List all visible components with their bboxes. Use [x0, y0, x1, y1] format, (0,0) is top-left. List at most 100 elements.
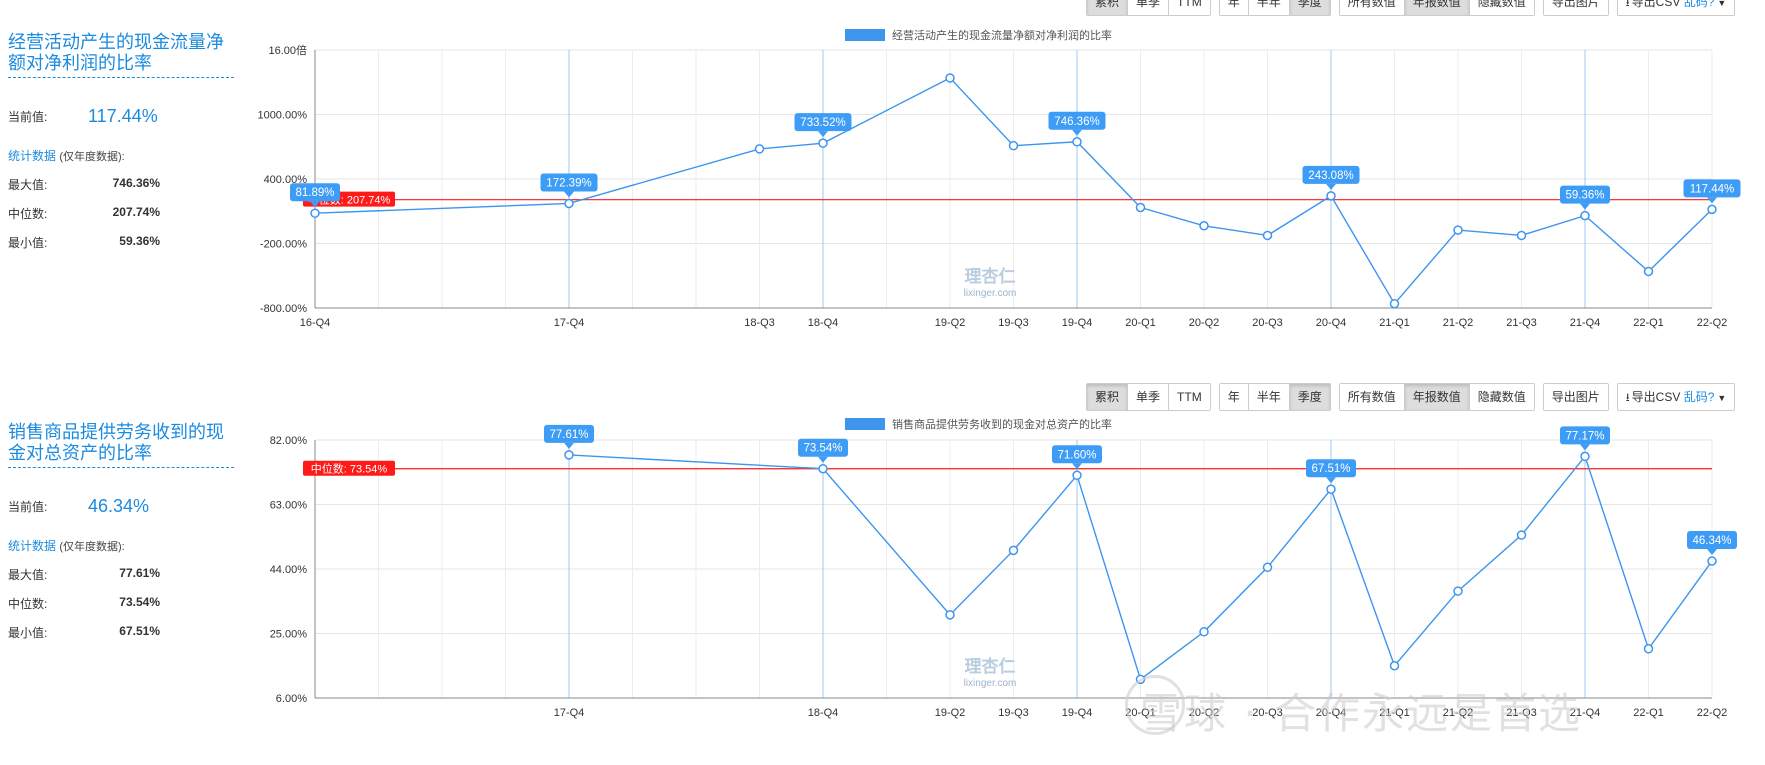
- x-tick-label: 22-Q1: [1633, 707, 1664, 719]
- data-label-pointer: [564, 442, 574, 449]
- data-point: [945, 610, 955, 620]
- data-label: 71.60%: [1057, 449, 1096, 461]
- data-point: [818, 463, 828, 474]
- data-point: [754, 144, 765, 154]
- x-tick-label: 21-Q2: [1443, 317, 1474, 329]
- x-tick-label: 17-Q4: [554, 707, 585, 719]
- data-point: [1453, 586, 1463, 596]
- data-point: [1008, 140, 1019, 151]
- data-label: 243.08%: [1308, 170, 1353, 182]
- x-tick-label: 18-Q4: [808, 707, 839, 719]
- data-label-pointer: [1072, 129, 1082, 136]
- data-label: 81.89%: [295, 187, 334, 199]
- data-label: 733.52%: [800, 117, 845, 129]
- data-label: 172.39%: [546, 177, 591, 189]
- data-point: [1072, 470, 1082, 481]
- data-point: [1262, 230, 1273, 241]
- data-point: [564, 450, 574, 460]
- x-tick-label: 16-Q4: [300, 317, 331, 329]
- data-point: [1453, 225, 1463, 235]
- data-point: [1580, 210, 1590, 221]
- data-label: 77.61%: [549, 429, 588, 441]
- data-label: 59.36%: [1565, 190, 1604, 202]
- y-tick-label: -800.00%: [260, 303, 307, 315]
- data-label-pointer: [1580, 203, 1590, 210]
- bottom-watermark: 雪球 · 合作永远是首选: [1140, 689, 1583, 738]
- data-label: 77.17%: [1565, 430, 1604, 442]
- x-tick-label: 17-Q4: [554, 317, 585, 329]
- data-point: [1707, 556, 1717, 566]
- site-watermark-cn: 理杏仁: [965, 266, 1016, 287]
- data-point: [1072, 137, 1082, 147]
- data-label-pointer: [818, 131, 828, 138]
- x-tick-label: 21-Q1: [1379, 317, 1410, 329]
- x-tick-label: 19-Q2: [935, 707, 966, 719]
- data-point: [1262, 562, 1273, 573]
- y-tick-label: -200.00%: [260, 239, 307, 251]
- data-label-pointer: [1707, 549, 1717, 556]
- data-point: [1008, 545, 1019, 556]
- data-label-pointer: [1580, 444, 1590, 451]
- y-tick-label: 82.00%: [270, 435, 308, 447]
- y-tick-label: 6.00%: [276, 693, 307, 705]
- data-point: [1135, 202, 1146, 213]
- site-watermark-url: lixinger.com: [964, 678, 1017, 689]
- x-tick-label: 19-Q4: [1062, 317, 1093, 329]
- data-label: 67.51%: [1311, 463, 1350, 475]
- x-tick-label: 20-Q3: [1252, 317, 1283, 329]
- x-tick-label: 22-Q2: [1697, 707, 1728, 719]
- x-tick-label: 18-Q4: [808, 317, 839, 329]
- chart-panel-1: 累积 单季 TTM 年 半年 季度 所有数值 年报数值 隐藏数值 导出图片 ⭳ 导…: [0, 0, 1765, 370]
- data-point: [1516, 230, 1527, 241]
- x-tick-label: 19-Q3: [998, 707, 1029, 719]
- data-label-pointer: [564, 191, 574, 198]
- x-tick-label: 22-Q1: [1633, 317, 1664, 329]
- legend-swatch: [845, 29, 885, 41]
- site-watermark-url: lixinger.com: [964, 288, 1017, 299]
- data-point: [1580, 451, 1590, 462]
- data-label: 117.44%: [1690, 183, 1735, 195]
- data-point: [564, 198, 574, 209]
- data-point: [818, 138, 828, 148]
- y-tick-label: 16.00倍: [268, 43, 307, 57]
- data-label: 46.34%: [1692, 535, 1731, 547]
- data-label: 746.36%: [1054, 116, 1099, 128]
- legend-label: 经营活动产生的现金流量净额对净利润的比率: [892, 28, 1112, 42]
- x-tick-label: 19-Q2: [935, 317, 966, 329]
- line-chart-1: 经营活动产生的现金流量净额对净利润的比率16.00倍1000.00%400.00…: [257, 28, 1741, 329]
- data-point: [1516, 530, 1527, 540]
- x-tick-label: 21-Q4: [1570, 317, 1601, 329]
- legend-swatch: [845, 418, 885, 430]
- legend-label: 销售商品提供劳务收到的现金对总资产的比率: [892, 417, 1112, 431]
- y-tick-label: 44.00%: [270, 564, 308, 576]
- x-tick-label: 20-Q1: [1125, 317, 1156, 329]
- data-point: [1199, 627, 1209, 637]
- data-point: [310, 208, 320, 218]
- data-point: [1326, 484, 1336, 494]
- data-point: [1389, 661, 1400, 671]
- x-tick-label: 22-Q2: [1697, 317, 1728, 329]
- data-point: [1643, 644, 1654, 654]
- x-tick-label: 19-Q3: [998, 317, 1029, 329]
- data-point: [1199, 221, 1209, 231]
- x-tick-label: 18-Q3: [744, 317, 775, 329]
- data-point: [1707, 204, 1717, 215]
- data-point: [1389, 298, 1400, 309]
- y-tick-label: 25.00%: [270, 629, 308, 641]
- data-point: [1326, 191, 1336, 201]
- y-tick-label: 1000.00%: [257, 110, 307, 122]
- x-tick-label: 21-Q3: [1506, 317, 1537, 329]
- data-label-pointer: [1326, 183, 1336, 190]
- data-label-pointer: [1707, 197, 1717, 204]
- y-tick-label: 63.00%: [270, 500, 308, 512]
- median-label: 中位数: 73.54%: [311, 462, 388, 476]
- data-label-pointer: [1326, 477, 1336, 484]
- x-tick-label: 19-Q4: [1062, 707, 1093, 719]
- data-label: 73.54%: [803, 443, 842, 455]
- x-tick-label: 20-Q4: [1316, 317, 1347, 329]
- data-label-pointer: [818, 456, 828, 463]
- site-watermark-cn: 理杏仁: [965, 656, 1016, 677]
- data-point: [1643, 266, 1654, 277]
- data-point: [945, 73, 955, 83]
- x-tick-label: 20-Q2: [1189, 317, 1220, 329]
